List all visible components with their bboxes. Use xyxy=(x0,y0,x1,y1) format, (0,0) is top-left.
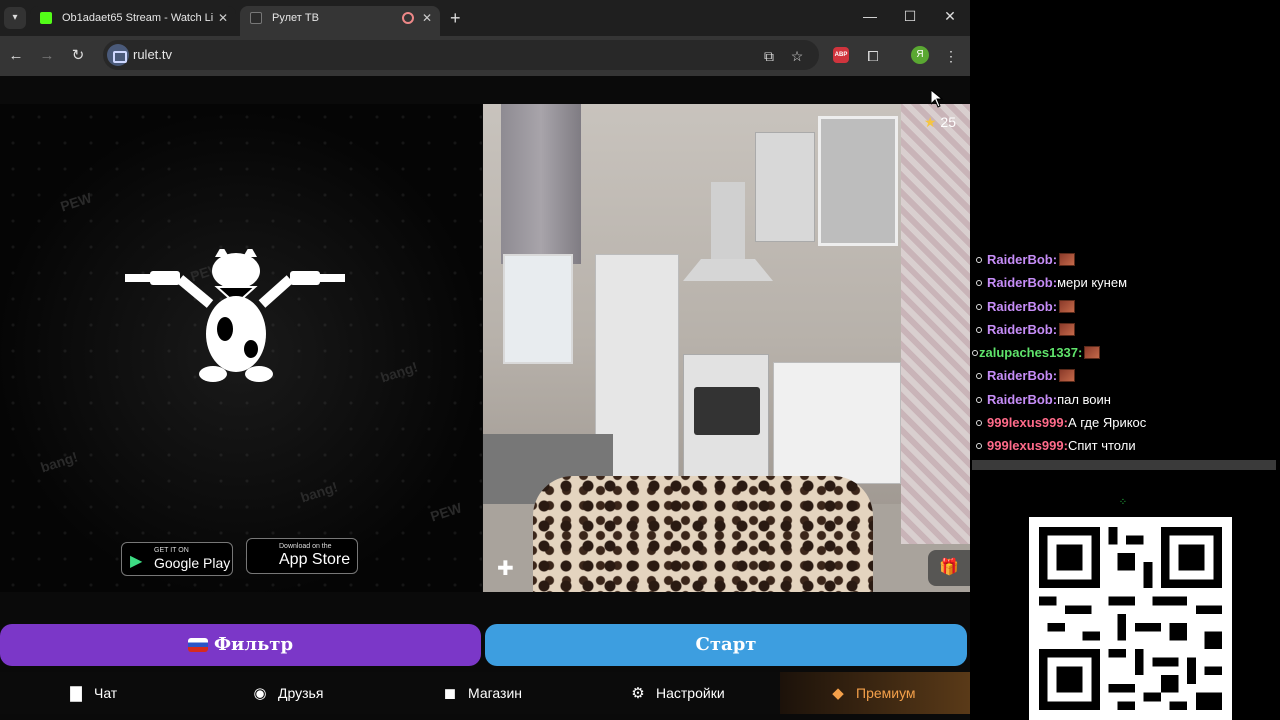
chat-message: RaiderBob: xyxy=(972,248,1280,271)
chat-message: RaiderBob:мери кунем xyxy=(972,271,1280,294)
browser-menu-icon[interactable]: ⋮ xyxy=(941,46,961,66)
emote-icon xyxy=(1059,369,1076,383)
tab-kick-stream[interactable]: Ob1adaet65 Stream - Watch Li ✕ xyxy=(30,6,236,36)
cat-mascot-icon xyxy=(125,249,345,382)
bullet-icon xyxy=(976,373,982,380)
bullet-icon xyxy=(972,350,978,357)
chat-message: RaiderBob: xyxy=(972,295,1280,318)
google-play-button[interactable]: ▶ GET IT ON Google Play xyxy=(121,542,233,576)
settings-icon: ⚙ xyxy=(631,685,645,702)
site-info-icon[interactable] xyxy=(107,44,129,66)
maximize-button[interactable]: ☐ xyxy=(900,8,920,25)
nav-shop[interactable]: ◼ Магазин xyxy=(440,672,522,714)
bullet-icon xyxy=(976,420,982,427)
google-play-icon: ▶ xyxy=(130,553,143,570)
chat-username: zalupaches1337: xyxy=(979,345,1083,361)
app-store-button[interactable]: Download on the App Store xyxy=(246,538,358,574)
emote-icon xyxy=(1059,322,1076,336)
chat-username: RaiderBob: xyxy=(987,275,1058,291)
tab-rulet-tv[interactable]: Рулет ТВ ✕ xyxy=(240,6,440,36)
premium-tag-icon: ◆ xyxy=(832,685,844,702)
chat-message: zalupaches1337: xyxy=(972,341,1280,364)
chat-username: RaiderBob: xyxy=(987,391,1058,407)
shop-icon: ◼ xyxy=(443,685,457,702)
chat-username: RaiderBob: xyxy=(987,321,1058,337)
chat-message: 999lexus999:А где Ярикос xyxy=(972,411,1280,434)
partner-video[interactable]: ★ 25 ✚ 🎁 xyxy=(483,104,970,592)
chat-message: RaiderBob:пал воин xyxy=(972,388,1280,411)
chat-text: мери кунем xyxy=(1057,275,1128,291)
loading-spinner-icon: ⁘ xyxy=(1118,497,1128,508)
stream-overlay: RaiderBob: RaiderBob:мери кунем RaiderBob:… xyxy=(970,0,1280,720)
chat-toolbar xyxy=(972,460,1276,470)
chat-message: 999lexus999:Спит чтоли xyxy=(972,434,1280,457)
tab-bar: ▾ Ob1adaet65 Stream - Watch Li ✕ Рулет Т… xyxy=(0,0,970,36)
adblock-extension-icon[interactable]: ABP xyxy=(833,47,849,63)
chat-messages: RaiderBob: RaiderBob:мери кунем RaiderBob:… xyxy=(972,248,1280,458)
back-button[interactable]: ← xyxy=(6,46,26,66)
close-tab-icon[interactable]: ✕ xyxy=(218,6,228,30)
forward-button[interactable]: → xyxy=(37,46,57,66)
rulet-page: bang! bang! PEW PEW PEW bang! ▶ GET IT O… xyxy=(0,76,970,720)
url-text: rulet.tv xyxy=(133,47,173,62)
browser-toolbar: ← → ↻ rulet.tv ⧉ ☆ ABP ⧠ Я ⋮ xyxy=(0,36,970,76)
friends-icon: ◉ xyxy=(253,685,267,702)
bullet-icon xyxy=(976,396,982,403)
chat-username: RaiderBob: xyxy=(987,252,1058,267)
close-tab-icon[interactable]: ✕ xyxy=(422,6,432,30)
tab-search-button[interactable]: ▾ xyxy=(4,7,26,29)
start-button[interactable]: Старт xyxy=(485,624,967,666)
star-rating: ★ 25 xyxy=(923,114,956,130)
bullet-icon xyxy=(976,280,982,287)
bullet-icon xyxy=(976,326,982,333)
russia-flag-icon xyxy=(187,638,208,652)
nav-friends[interactable]: ◉ Друзья xyxy=(250,672,323,714)
gift-button[interactable]: 🎁 xyxy=(928,550,970,586)
bookmark-star-icon[interactable]: ☆ xyxy=(787,46,807,66)
kick-favicon-icon xyxy=(40,12,52,24)
address-bar[interactable]: rulet.tv xyxy=(103,40,819,70)
games-icon[interactable]: ✚ xyxy=(497,556,514,581)
emote-icon xyxy=(1084,346,1101,360)
chat-username: 999lexus999: xyxy=(987,415,1068,431)
chat-username: RaiderBob: xyxy=(987,298,1058,314)
emote-icon xyxy=(1059,253,1076,266)
browser-window: ▾ Ob1adaet65 Stream - Watch Li ✕ Рулет Т… xyxy=(0,0,970,720)
chat-username: RaiderBob: xyxy=(987,368,1058,384)
emote-icon xyxy=(1059,299,1076,313)
bottom-navigation: ▇ Чат ◉ Друзья ◼ Магазин ⚙ Настройки ◆ Премиу… xyxy=(0,672,970,714)
qr-code xyxy=(1029,517,1232,720)
tab-title: Ob1adaet65 Stream - Watch Li xyxy=(62,12,214,24)
chat-text: Спит чтоли xyxy=(1067,438,1136,454)
reload-button[interactable]: ↻ xyxy=(68,46,88,66)
chat-message: RaiderBob: xyxy=(972,364,1280,387)
chat-text: пал воин xyxy=(1057,391,1111,407)
new-tab-button[interactable]: + xyxy=(450,8,461,29)
bullet-icon xyxy=(976,257,982,263)
self-camera-placeholder: bang! bang! PEW PEW PEW bang! ▶ GET IT O… xyxy=(0,104,482,592)
tab-title: Рулет ТВ xyxy=(272,12,319,24)
bullet-icon xyxy=(976,443,982,450)
recording-icon xyxy=(402,12,414,24)
minimize-button[interactable]: — xyxy=(860,8,880,24)
filter-button[interactable]: Фильтр xyxy=(0,624,481,666)
profile-avatar[interactable]: Я xyxy=(911,46,929,64)
bullet-icon xyxy=(976,303,982,310)
chat-icon: ▇ xyxy=(70,685,82,702)
star-icon: ★ xyxy=(923,114,937,130)
install-app-icon[interactable]: ⧉ xyxy=(759,46,779,66)
nav-settings[interactable]: ⚙ Настройки xyxy=(628,672,724,714)
nav-premium[interactable]: ◆ Премиум xyxy=(828,672,915,714)
extensions-icon[interactable]: ⧠ xyxy=(863,46,883,66)
chat-message: RaiderBob: xyxy=(972,318,1280,341)
rulet-favicon-icon xyxy=(250,12,262,24)
chat-username: 999lexus999: xyxy=(987,438,1068,454)
chat-text: А где Ярикос xyxy=(1067,415,1147,431)
close-window-button[interactable]: ✕ xyxy=(940,8,960,25)
nav-chat[interactable]: ▇ Чат xyxy=(66,672,117,714)
